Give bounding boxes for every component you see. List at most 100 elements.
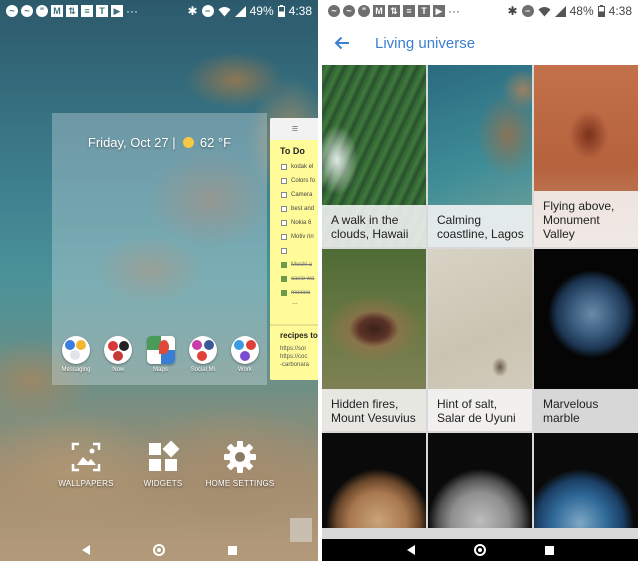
wallpaper-caption: Calming coastline, Lagos	[428, 205, 532, 247]
notification-icons: ~ ~ " M ⇅ ≡ T ▶ ···	[6, 4, 138, 18]
messenger-icon: ~	[21, 5, 33, 17]
app-folder-row: Messaging Now Maps Social Mi Work	[58, 336, 263, 373]
checkbox-icon[interactable]	[281, 220, 287, 226]
wallpapers-label: WALLPAPERS	[58, 479, 114, 488]
note-item[interactable]: Camera	[281, 188, 318, 202]
messaging-folder-icon	[62, 336, 90, 364]
widgets-label: WIDGETS	[143, 479, 183, 488]
clock: 4:38	[288, 4, 312, 18]
app-maps[interactable]: Maps	[143, 336, 179, 373]
note-item[interactable]: Motiv rin	[281, 230, 318, 244]
checkbox-icon[interactable]	[281, 178, 287, 184]
note-title: To Do	[280, 146, 305, 156]
wallpaper-caption: Flying above, Monument Valley	[534, 191, 638, 247]
page-title: Living universe	[375, 34, 476, 52]
app-label: Maps	[153, 367, 168, 373]
wallpaper-tile[interactable]	[322, 433, 426, 528]
folder-work[interactable]: Work	[227, 336, 263, 373]
more-dots-icon: ···	[126, 4, 138, 18]
back-arrow-icon[interactable]	[322, 22, 362, 64]
wallpaper-caption: Marvelous marble	[534, 389, 638, 431]
note-item[interactable]: Colors fo	[281, 174, 318, 188]
wifi-icon	[538, 6, 551, 16]
checked-checkbox-icon[interactable]	[281, 290, 287, 296]
date-weather-line: Friday, Oct 27 | 62 °F	[52, 135, 267, 150]
news-icon: ≡	[403, 5, 415, 17]
retweet-icon: ⇅	[388, 5, 400, 17]
battery-percent: 49%	[249, 4, 274, 18]
dnd-icon: −	[521, 5, 534, 17]
bluetooth-icon: ✱	[187, 4, 198, 18]
recipe-link[interactable]: https://coc	[280, 353, 318, 361]
recipes-note[interactable]: recipes to https://sor https://coc -carb…	[270, 324, 318, 380]
wallpaper-caption: Hint of salt, Salar de Uyuni	[428, 389, 532, 431]
note-item[interactable]	[281, 244, 318, 258]
status-bar: ~ ~ " M ⇅ ≡ T ▶ ··· ✱ − 49% 4:38	[0, 0, 318, 22]
recipe-link[interactable]: https://sor	[280, 345, 318, 353]
more-dots-icon: ···	[448, 4, 460, 18]
navigation-bar	[0, 539, 318, 561]
checked-checkbox-icon[interactable]	[281, 276, 287, 282]
note-menu-icon[interactable]: ≡	[270, 118, 318, 140]
checkbox-icon[interactable]	[281, 192, 287, 198]
moon-thumbnail	[428, 433, 532, 528]
recents-icon[interactable]	[227, 545, 237, 555]
wallpaper-tile[interactable]: Hint of salt, Salar de Uyuni	[428, 249, 532, 431]
home-options-bar: WALLPAPERS WIDGETS HOME SETTINGS	[48, 440, 278, 488]
signal-icon	[234, 5, 246, 17]
back-icon[interactable]	[406, 545, 415, 555]
note-item[interactable]: best and	[281, 202, 318, 216]
recipes-title: recipes to	[280, 331, 318, 340]
work-folder-icon	[231, 336, 259, 364]
social-folder-icon	[188, 336, 217, 364]
wallpaper-tile[interactable]	[534, 433, 638, 528]
earth-thumbnail	[534, 433, 638, 528]
back-icon[interactable]	[81, 545, 90, 555]
wifi-icon	[218, 6, 231, 16]
retweet-icon: ⇅	[66, 5, 78, 17]
note-item[interactable]: casio wa	[281, 272, 318, 286]
youtube-icon: ▶	[111, 5, 123, 17]
note-item[interactable]: Nokia 6	[281, 216, 318, 230]
wallpapers-button[interactable]: WALLPAPERS	[48, 440, 124, 488]
wallpaper-tile[interactable]: Marvelous marble	[534, 249, 638, 431]
wallpaper-tile[interactable]: A walk in the clouds, Hawaii	[322, 65, 426, 247]
checked-checkbox-icon[interactable]	[281, 262, 287, 268]
folder-social[interactable]: Social Mi	[185, 336, 221, 373]
home-icon[interactable]	[473, 544, 486, 556]
note-item[interactable]: moxieo	[281, 286, 318, 300]
checkbox-icon[interactable]	[281, 206, 287, 212]
signal-icon	[554, 5, 566, 17]
home-settings-label: HOME SETTINGS	[205, 479, 275, 488]
folder-now[interactable]: Now	[100, 336, 136, 373]
youtube-icon: ▶	[433, 5, 445, 17]
widgets-icon	[149, 440, 180, 471]
recipe-link[interactable]: -carbonara	[280, 361, 318, 369]
note-item[interactable]: Moshi a	[281, 258, 318, 272]
folder-messaging[interactable]: Messaging	[58, 336, 94, 373]
home-icon[interactable]	[152, 544, 165, 556]
folder-label: Social Mi	[190, 367, 215, 373]
news-icon: ≡	[81, 5, 93, 17]
wallpaper-tile[interactable]: Calming coastline, Lagos	[428, 65, 532, 247]
folder-label: Now	[112, 367, 125, 373]
wallpaper-tile[interactable]: Flying above, Monument Valley	[534, 65, 638, 247]
checkbox-icon[interactable]	[281, 164, 287, 170]
mars-thumbnail	[322, 433, 426, 528]
home-settings-button[interactable]: HOME SETTINGS	[202, 440, 278, 488]
hangouts-icon: "	[358, 5, 370, 17]
messenger-icon: ~	[328, 5, 340, 17]
maps-icon	[146, 336, 175, 364]
wallpaper-tile[interactable]	[428, 433, 532, 528]
widgets-button[interactable]: WIDGETS	[125, 440, 201, 488]
folder-label: Messaging	[61, 367, 91, 373]
checkbox-icon[interactable]	[281, 234, 287, 240]
wallpaper-tile[interactable]: Hidden fires, Mount Vesuvius	[322, 249, 426, 431]
todo-note-widget[interactable]: ≡ To Do kodak el Colors fo Camera best a…	[270, 118, 318, 380]
home-screen: ~ ~ " M ⇅ ≡ T ▶ ··· ✱ − 49% 4:38 Friday,…	[0, 0, 318, 561]
battery-icon	[277, 5, 285, 17]
recents-icon[interactable]	[544, 545, 554, 555]
note-item[interactable]: kodak el	[281, 160, 318, 174]
temperature-text: 62 °F	[199, 135, 232, 150]
checkbox-icon[interactable]	[281, 248, 287, 254]
